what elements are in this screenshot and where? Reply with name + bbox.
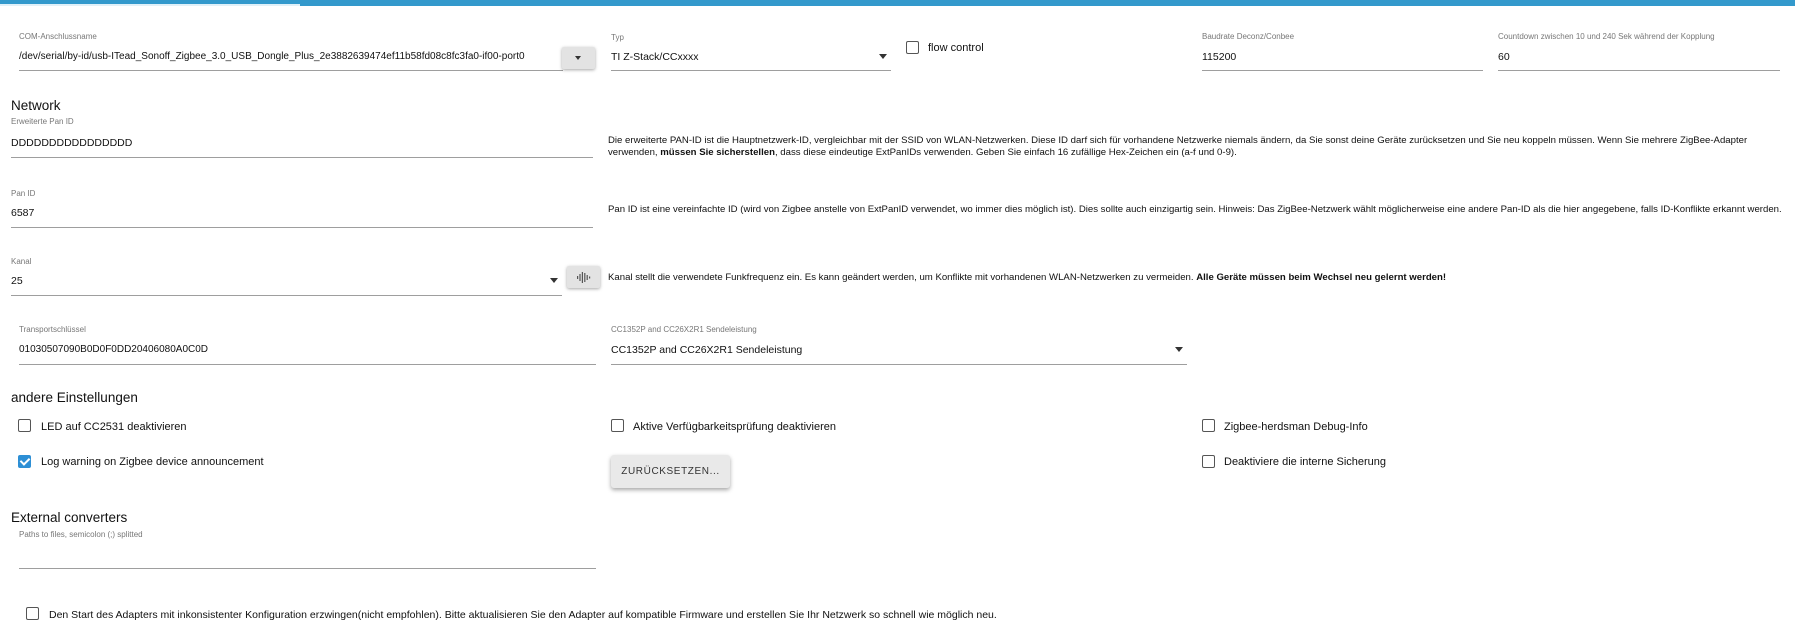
- ext-pan-id-description: Die erweiterte PAN-ID ist die Hauptnetzw…: [608, 135, 1788, 159]
- availability-checkbox[interactable]: [611, 419, 624, 432]
- led-label: LED auf CC2531 deaktivieren: [41, 421, 187, 433]
- network-heading: Network: [11, 98, 61, 113]
- channel-description: Kanal stellt die verwendete Funkfrequenz…: [608, 272, 1788, 284]
- chevron-down-icon[interactable]: [1175, 347, 1183, 352]
- external-converters-underline: [19, 568, 596, 569]
- baudrate-input[interactable]: 115200: [1202, 51, 1236, 63]
- active-tab-indicator: [0, 4, 300, 6]
- ext-pan-id-desc-bold: müssen Sie sicherstellen: [660, 147, 775, 158]
- channel-underline: [11, 295, 562, 296]
- pan-id-description: Pan ID ist eine vereinfachte ID (wird vo…: [608, 204, 1782, 215]
- debug-label: Zigbee-herdsman Debug-Info: [1224, 421, 1368, 433]
- reset-button[interactable]: ZURÜCKSETZEN...: [611, 455, 730, 488]
- signal-wave-icon: [577, 271, 591, 283]
- tx-power-label: CC1352P and CC26X2R1 Sendeleistung: [611, 325, 757, 334]
- force-start-label: Den Start des Adapters mit inkonsistente…: [49, 609, 997, 621]
- pan-id-label: Pan ID: [11, 189, 36, 198]
- channel-scan-button[interactable]: [567, 266, 600, 288]
- type-underline: [611, 70, 891, 71]
- countdown-input[interactable]: 60: [1498, 51, 1510, 63]
- flow-control-label: flow control: [928, 42, 984, 54]
- countdown-underline: [1498, 70, 1780, 71]
- pan-id-underline: [11, 227, 593, 228]
- chevron-down-icon[interactable]: [550, 278, 558, 283]
- backup-label: Deaktiviere die interne Sicherung: [1224, 456, 1387, 468]
- debug-checkbox[interactable]: [1202, 419, 1215, 432]
- ext-pan-id-input[interactable]: DDDDDDDDDDDDDDDD: [11, 137, 132, 149]
- baudrate-label: Baudrate Deconz/Conbee: [1202, 32, 1295, 41]
- backup-checkbox[interactable]: [1202, 455, 1215, 468]
- led-checkbox[interactable]: [18, 419, 31, 432]
- force-start-checkbox[interactable]: [26, 607, 39, 620]
- countdown-label: Countdown zwischen 10 und 240 Sek währen…: [1498, 32, 1715, 41]
- ext-pan-id-label: Erweiterte Pan ID: [11, 117, 74, 126]
- port-select-button[interactable]: [562, 47, 595, 69]
- type-label: Typ: [611, 33, 624, 42]
- transport-key-label: Transportschlüssel: [19, 325, 86, 334]
- transport-key-underline: [19, 364, 596, 365]
- chevron-down-icon[interactable]: [879, 54, 887, 59]
- type-select[interactable]: TI Z-Stack/CCxxxx: [611, 51, 699, 63]
- other-settings-heading: andere Einstellungen: [11, 390, 138, 405]
- log-warning-label: Log warning on Zigbee device announcemen…: [41, 456, 264, 468]
- channel-desc-text: Kanal stellt die verwendete Funkfrequenz…: [608, 272, 1194, 283]
- external-converters-heading: External converters: [11, 510, 128, 525]
- log-warning-checkbox[interactable]: [18, 455, 31, 468]
- tx-power-underline: [611, 364, 1187, 365]
- ext-pan-id-underline: [11, 157, 593, 158]
- external-converters-input[interactable]: [19, 544, 596, 567]
- channel-select[interactable]: 25: [11, 275, 23, 287]
- port-label: COM-Anschlussname: [19, 32, 97, 41]
- arrow-down-icon: [575, 56, 581, 60]
- availability-label: Aktive Verfügbarkeitsprüfung deaktiviere…: [633, 421, 837, 433]
- ext-pan-id-desc-tail: , dass diese eindeutige ExtPanIDs verwen…: [774, 147, 1237, 158]
- transport-key-input[interactable]: 01030507090B0D0F0DD20406080A0C0D: [19, 344, 208, 355]
- port-input[interactable]: /dev/serial/by-id/usb-ITead_Sonoff_Zigbe…: [19, 51, 525, 62]
- tx-power-select[interactable]: CC1352P and CC26X2R1 Sendeleistung: [611, 344, 802, 356]
- port-underline: [19, 70, 563, 71]
- baudrate-underline: [1202, 70, 1483, 71]
- external-converters-placeholder: Paths to files, semicolon (;) splitted: [19, 530, 143, 539]
- channel-label: Kanal: [11, 257, 32, 266]
- flow-control-checkbox[interactable]: [906, 41, 919, 54]
- channel-desc-bold: Alle Geräte müssen beim Wechsel neu gele…: [1196, 272, 1447, 283]
- pan-id-input[interactable]: 6587: [11, 207, 34, 219]
